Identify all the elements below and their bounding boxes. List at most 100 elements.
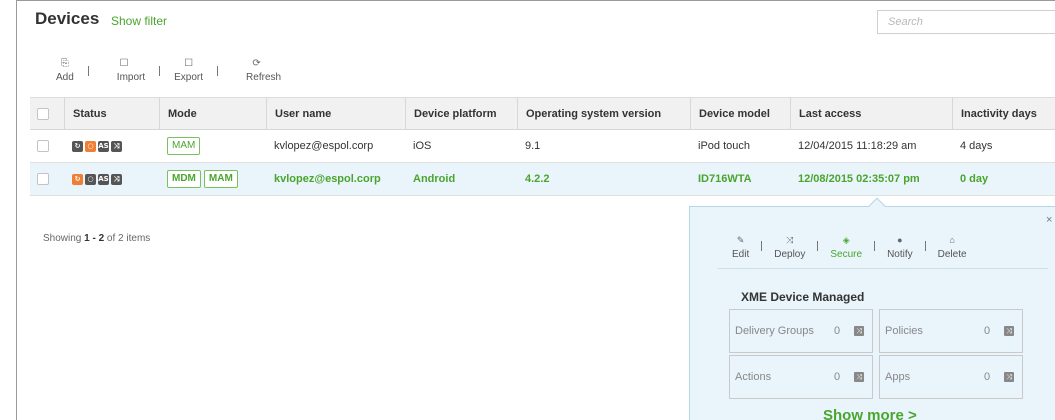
apps-label: Apps: [885, 371, 911, 383]
policies-box[interactable]: Policies 0 ⤨: [879, 309, 1023, 353]
apps-box[interactable]: Apps 0 ⤨: [879, 355, 1023, 399]
deploy-shuffle-icon: ⤨: [786, 235, 794, 245]
pagination-suffix: of 2 items: [104, 233, 151, 244]
edit-button[interactable]: ✎ Edit: [728, 234, 753, 260]
app-store-icon: AS: [98, 173, 109, 185]
device-model-cell: iPod touch: [698, 140, 750, 152]
deploy-label: Deploy: [774, 249, 806, 260]
status-cell: ↻ ○ AS ⤨: [64, 130, 159, 162]
table-header: Status Mode User name Device platform Op…: [30, 97, 1055, 130]
add-label: Add: [56, 72, 74, 83]
select-all-checkbox[interactable]: [37, 107, 49, 120]
secure-label: Secure: [830, 249, 863, 260]
panel-action-divider: [874, 241, 876, 251]
apps-count: 0: [984, 371, 991, 383]
header-select-cell: [30, 98, 64, 129]
actions-box[interactable]: Actions 0 ⤨: [729, 355, 873, 399]
pencil-icon: ✎: [736, 235, 745, 245]
expand-icon: ⤨: [1004, 372, 1014, 382]
column-header-status[interactable]: Status: [64, 98, 159, 129]
toolbar: ⎘ Add ☐ Import ☐ Export ⟳ Refresh: [50, 58, 287, 88]
mode-cell: MAM: [159, 130, 266, 162]
os-version-cell: 9.1: [525, 140, 541, 152]
mode-badge: MDM: [167, 170, 201, 188]
managed-device-icon: ↻: [72, 140, 83, 152]
row-select-cell: [30, 130, 64, 162]
refresh-icon: ⟳: [252, 58, 261, 69]
status-circle-icon: ○: [85, 173, 96, 185]
notify-icon: ●: [897, 235, 903, 245]
panel-divider: [718, 268, 1048, 269]
column-header-os-version[interactable]: Operating system version: [517, 98, 690, 129]
mode-badge: MAM: [167, 137, 201, 155]
column-header-inactivity-days[interactable]: Inactivity days: [952, 98, 1055, 129]
delete-button[interactable]: ⌂ Delete: [934, 234, 971, 260]
last-access-cell: 12/08/2015 02:35:07 pm: [798, 173, 920, 185]
actions-label: Actions: [735, 371, 772, 383]
status-cell: ↻ ○ AS ⤨: [64, 163, 159, 195]
import-button[interactable]: ☐ Import: [97, 58, 151, 83]
platform-cell: Android: [413, 173, 456, 185]
app-store-icon: AS: [98, 140, 109, 152]
column-header-device-model[interactable]: Device model: [690, 98, 790, 129]
shield-icon: ◈: [842, 235, 850, 245]
panel-close-button[interactable]: ×: [1046, 214, 1052, 226]
warning-status-icon: ○: [85, 140, 96, 152]
managed-device-icon: ↻: [72, 173, 83, 185]
export-button[interactable]: ☐ Export: [168, 58, 209, 83]
add-button[interactable]: ⎘ Add: [50, 58, 80, 83]
secure-button[interactable]: ◈ Secure: [826, 234, 866, 260]
panel-action-divider: [817, 241, 819, 251]
column-header-last-access[interactable]: Last access: [790, 98, 952, 129]
notify-button[interactable]: ● Notify: [883, 234, 917, 260]
pagination-range: 1 - 2: [84, 233, 105, 244]
toolbar-divider: [159, 66, 161, 76]
expand-icon: ⤨: [854, 326, 864, 336]
actions-count: 0: [834, 371, 841, 383]
devices-table: Status Mode User name Device platform Op…: [30, 97, 1055, 196]
toolbar-divider: [217, 66, 219, 76]
import-icon: ☐: [119, 58, 129, 69]
expand-icon: ⤨: [1004, 326, 1014, 336]
delete-label: Delete: [937, 249, 967, 260]
show-filter-link[interactable]: Show filter: [111, 14, 167, 28]
shuffle-icon: ⤨: [111, 140, 122, 152]
column-header-user-name[interactable]: User name: [266, 98, 405, 129]
add-device-icon: ⎘: [60, 58, 69, 69]
last-access-cell: 12/04/2015 11:18:29 am: [798, 140, 917, 152]
panel-action-divider: [761, 241, 763, 251]
delivery-groups-box[interactable]: Delivery Groups 0 ⤨: [729, 309, 873, 353]
row-checkbox[interactable]: [37, 140, 49, 152]
os-version-cell: 4.2.2: [525, 173, 550, 185]
user-name-cell: kvlopez@espol.corp: [274, 140, 374, 152]
user-name-cell: kvlopez@espol.corp: [274, 173, 381, 185]
inactivity-cell: 4 days: [960, 140, 993, 152]
export-label: Export: [174, 72, 204, 83]
notify-label: Notify: [887, 249, 913, 260]
shuffle-icon: ⤨: [111, 173, 122, 185]
policies-count: 0: [984, 325, 991, 337]
export-icon: ☐: [184, 58, 194, 69]
device-model-cell: ID716WTA: [698, 173, 752, 185]
delivery-groups-count: 0: [834, 325, 841, 337]
policies-label: Policies: [885, 325, 923, 337]
search-input[interactable]: Search: [877, 10, 1055, 34]
column-header-mode[interactable]: Mode: [159, 98, 266, 129]
inactivity-cell: 0 day: [960, 173, 989, 185]
row-checkbox[interactable]: [37, 173, 49, 185]
toolbar-divider: [87, 66, 89, 76]
refresh-label: Refresh: [246, 72, 282, 83]
show-more-link[interactable]: Show more >: [823, 407, 917, 420]
expand-icon: ⤨: [854, 372, 864, 382]
table-row-selected[interactable]: ↻ ○ AS ⤨ MDM MAM kvlopez@espol.corp Andr…: [30, 163, 1055, 196]
refresh-button[interactable]: ⟳ Refresh: [226, 58, 287, 83]
platform-cell: iOS: [413, 140, 432, 152]
delivery-groups-label: Delivery Groups: [735, 325, 814, 337]
deploy-button[interactable]: ⤨ Deploy: [770, 234, 809, 260]
pagination-summary: Showing 1 - 2 of 2 items: [43, 233, 150, 244]
trash-icon: ⌂: [949, 235, 955, 245]
import-label: Import: [116, 72, 146, 83]
table-row[interactable]: ↻ ○ AS ⤨ MAM kvlopez@espol.corp iOS 9.1 …: [30, 130, 1055, 163]
column-header-device-platform[interactable]: Device platform: [405, 98, 517, 129]
edit-label: Edit: [732, 249, 750, 260]
